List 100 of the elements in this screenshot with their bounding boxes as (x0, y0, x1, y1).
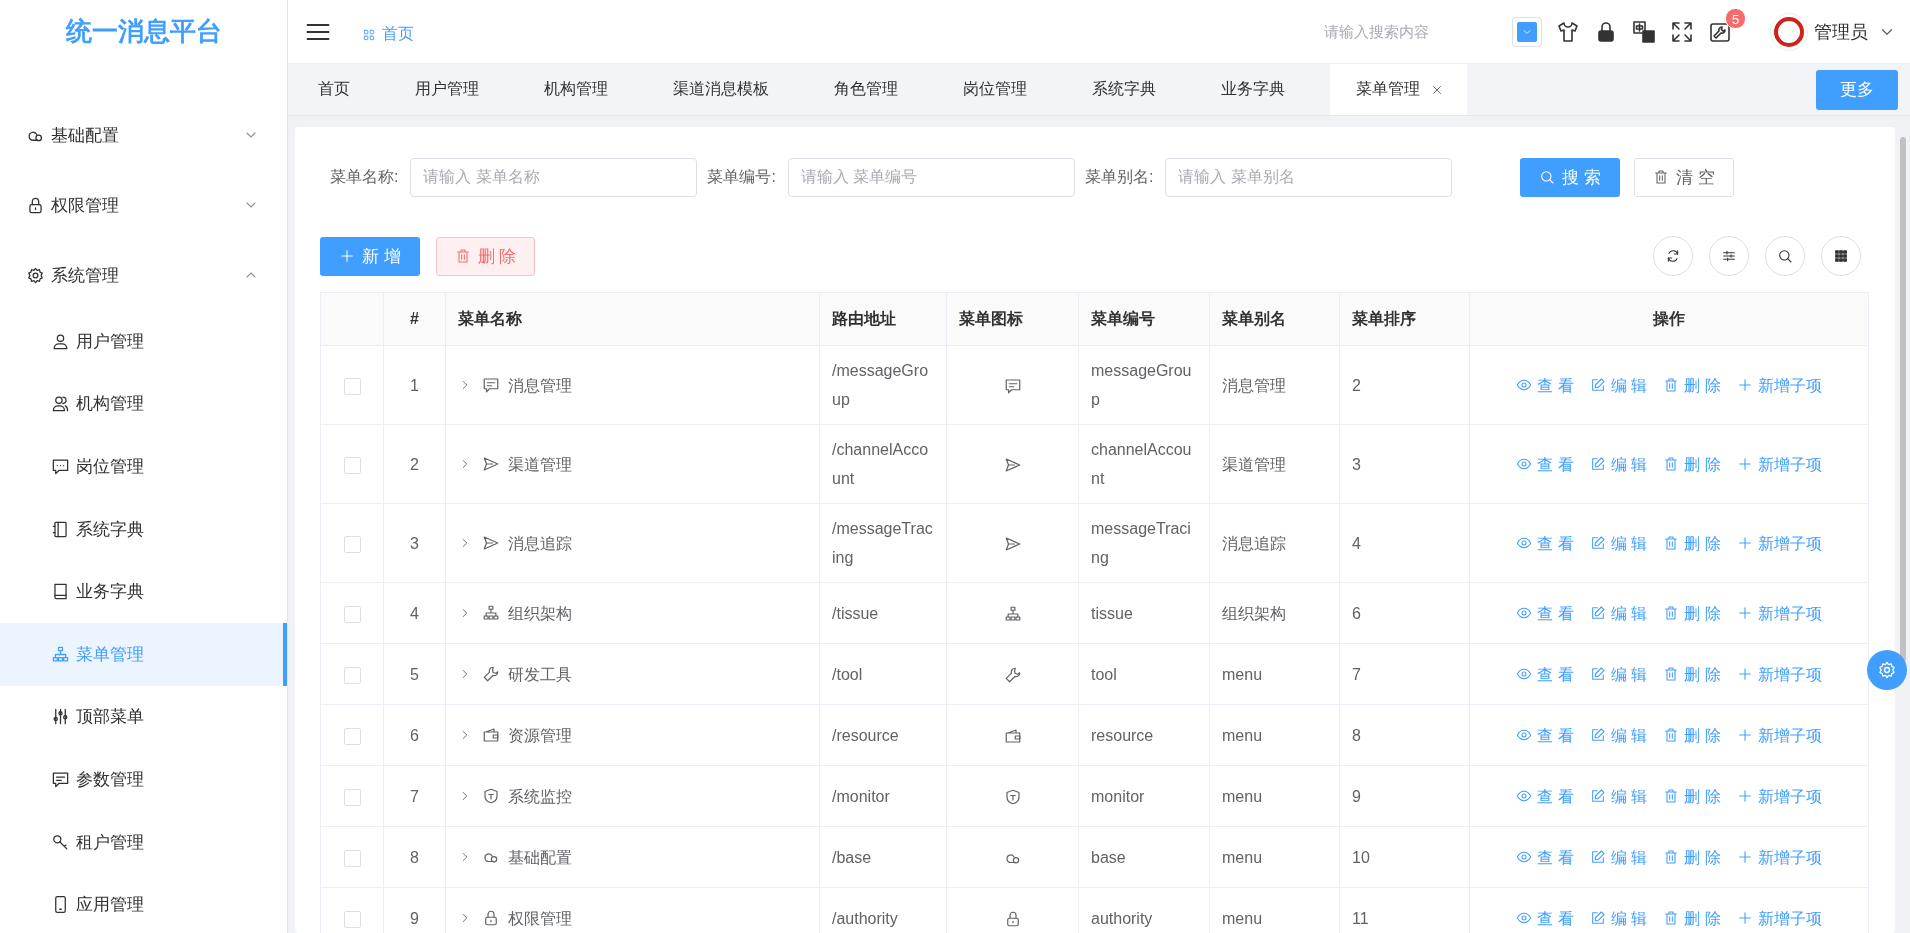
sidebar-item[interactable]: 租户管理 (0, 810, 287, 874)
delete-link[interactable]: 删 除 (1663, 449, 1721, 479)
grid-button[interactable] (1821, 236, 1861, 276)
edit-link[interactable]: 编 辑 (1589, 720, 1648, 750)
edit-link[interactable]: 编 辑 (1589, 528, 1648, 558)
add-link[interactable]: 新增子项 (1736, 903, 1822, 933)
view-link[interactable]: 查 看 (1516, 659, 1574, 689)
delete-link[interactable]: 删 除 (1663, 720, 1721, 750)
search-icon (1539, 169, 1556, 185)
checkbox[interactable] (343, 910, 361, 928)
input-field[interactable]: 请输入 菜单编号 (787, 157, 1075, 197)
edit-link[interactable]: 编 辑 (1589, 842, 1648, 872)
add-link[interactable]: 新增子项 (1736, 370, 1822, 400)
add-link[interactable]: 新增子项 (1736, 781, 1822, 811)
view-link[interactable]: 查 看 (1516, 842, 1574, 872)
sidebar-item[interactable]: 系统字典 (0, 497, 287, 561)
delete-link[interactable]: 删 除 (1663, 370, 1721, 400)
edit-icon (1589, 535, 1606, 551)
add-link[interactable]: 新增子项 (1736, 598, 1822, 628)
checkbox[interactable] (343, 788, 361, 806)
sidebar-item[interactable]: 系统管理 (0, 240, 287, 310)
sidebar-item[interactable]: 岗位管理 (0, 435, 287, 498)
more-button[interactable]: 更多 (1816, 69, 1898, 110)
sidebar-item[interactable]: 机构管理 (0, 372, 287, 436)
table-cell: resource (1078, 704, 1210, 766)
table-cell: 渠道管理 (1209, 424, 1340, 504)
translate-icon[interactable] (1632, 19, 1656, 44)
sidebar-item[interactable]: 应用管理 (0, 873, 287, 933)
sidebar-item[interactable]: 业务字典 (0, 560, 287, 623)
tab[interactable]: 业务字典 (1201, 64, 1322, 115)
add-link[interactable]: 新增子项 (1736, 449, 1822, 479)
tab[interactable]: 系统字典 (1072, 64, 1193, 115)
checkbox[interactable] (343, 605, 361, 623)
shirt-icon[interactable] (1556, 19, 1580, 44)
view-link[interactable]: 查 看 (1516, 598, 1574, 628)
view-link[interactable]: 查 看 (1516, 720, 1574, 750)
add-link[interactable]: 新增子项 (1736, 720, 1822, 750)
sidebar-item[interactable]: 基础配置 (0, 100, 287, 170)
tab[interactable]: 用户管理 (395, 64, 516, 115)
edit-link[interactable]: 编 辑 (1589, 781, 1648, 811)
clear-button[interactable]: 清 空 (1634, 157, 1734, 197)
delete-button[interactable]: 删 除 (435, 236, 536, 276)
add-link[interactable]: 新增子项 (1736, 842, 1822, 872)
view-link[interactable]: 查 看 (1516, 781, 1574, 811)
tab[interactable]: 角色管理 (814, 64, 935, 115)
delete-link[interactable]: 删 除 (1663, 528, 1721, 558)
tab[interactable]: 机构管理 (524, 64, 645, 115)
edit-link[interactable]: 编 辑 (1589, 598, 1648, 628)
user-name[interactable]: 管理员 (1814, 19, 1868, 44)
trash-icon (1653, 169, 1670, 185)
view-link[interactable]: 查 看 (1516, 370, 1574, 400)
edit-icon (1589, 377, 1606, 393)
sidebar-item[interactable]: 参数管理 (0, 748, 287, 811)
table-cell-text: 系统监控 (508, 786, 572, 807)
add-button[interactable]: 新 增 (320, 236, 420, 276)
table-cell: 5 (383, 643, 446, 705)
view-link[interactable]: 查 看 (1516, 449, 1574, 479)
edit-link[interactable]: 编 辑 (1589, 370, 1648, 400)
search-field[interactable]: 请输入搜索内容 (1322, 22, 1492, 41)
checkbox[interactable] (343, 666, 361, 684)
breadcrumb-link[interactable]: 首页 (362, 24, 414, 45)
delete-link[interactable]: 删 除 (1663, 659, 1721, 689)
filter-button[interactable] (1709, 236, 1749, 276)
delete-link[interactable]: 删 除 (1663, 598, 1721, 628)
edit-link[interactable]: 编 辑 (1589, 449, 1648, 479)
avatar[interactable] (1770, 12, 1808, 51)
tab[interactable]: 岗位管理 (943, 64, 1064, 115)
view-link[interactable]: 查 看 (1516, 903, 1574, 933)
fullscreen-icon[interactable] (1670, 19, 1694, 44)
delete-link[interactable]: 删 除 (1663, 842, 1721, 872)
view-link[interactable]: 查 看 (1516, 528, 1574, 558)
edit-link[interactable]: 编 辑 (1589, 659, 1648, 689)
scrollbar[interactable] (1899, 137, 1906, 662)
input-field[interactable]: 请输入 菜单别名 (1165, 157, 1453, 197)
checkbox[interactable] (343, 377, 361, 395)
checkbox[interactable] (343, 727, 361, 745)
sidebar-item[interactable]: 顶部菜单 (0, 685, 287, 749)
delete-link[interactable]: 删 除 (1663, 903, 1721, 933)
edit-link[interactable]: 编 辑 (1589, 903, 1648, 933)
checkbox[interactable] (343, 535, 361, 553)
tab[interactable]: 首页 (298, 64, 387, 115)
sidebar-item[interactable]: 菜单管理 (0, 622, 287, 686)
sidebar-item[interactable]: 用户管理 (0, 310, 287, 373)
search-button[interactable]: 搜 索 (1520, 157, 1621, 197)
theme-picker[interactable] (1512, 16, 1542, 47)
delete-link[interactable]: 删 除 (1663, 781, 1721, 811)
table-cell-text: 研发工具 (508, 664, 572, 685)
tab[interactable]: 菜单管理 (1330, 64, 1467, 115)
refresh-button[interactable] (1653, 236, 1693, 276)
checkbox[interactable] (343, 456, 361, 474)
add-link[interactable]: 新增子项 (1736, 528, 1822, 558)
search-button[interactable] (1765, 236, 1805, 276)
sidebar-item[interactable]: 权限管理 (0, 170, 287, 240)
add-link[interactable]: 新增子项 (1736, 659, 1822, 689)
plus-icon (1736, 849, 1753, 865)
refresh-icon (1665, 248, 1681, 264)
tab[interactable]: 渠道消息模板 (653, 64, 806, 115)
checkbox[interactable] (343, 849, 361, 867)
input-field[interactable]: 请输入 菜单名称 (410, 157, 698, 197)
sliders-icon (51, 707, 70, 727)
